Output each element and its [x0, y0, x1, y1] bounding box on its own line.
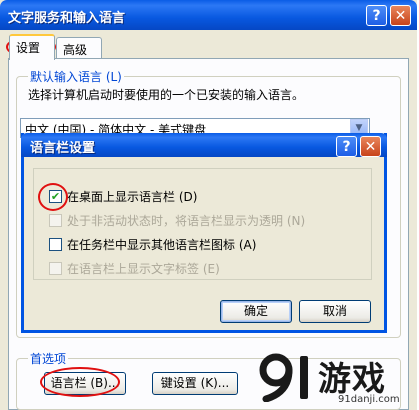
ok-button[interactable]: 确定: [220, 300, 292, 323]
tab-advanced-label: 高级: [63, 43, 88, 57]
option-text-labels-label: 在语言栏上显示文字标签 (E): [67, 262, 220, 276]
watermark-brand: 游戏: [318, 359, 386, 398]
option-transparent-label: 处于非活动状态时，将语言栏显示为透明 (N): [67, 214, 306, 228]
help-button[interactable]: ?: [366, 5, 387, 26]
option-show-on-desktop-checkbox[interactable]: ✔: [49, 190, 62, 203]
dialog-close-button[interactable]: ✕: [360, 136, 381, 157]
language-bar-button[interactable]: 语言栏 (B)...: [44, 372, 126, 395]
option-taskbar-icons-checkbox[interactable]: [49, 238, 62, 251]
option-taskbar-icons-label[interactable]: 在任务栏中显示其他语言栏图标 (A): [67, 236, 256, 253]
dialog-title: 语言栏设置: [30, 141, 96, 156]
window-title: 文字服务和输入语言: [8, 11, 126, 26]
default-language-group-title: 默认输入语言 (L): [28, 68, 124, 85]
tab-advanced[interactable]: 高级: [56, 37, 102, 59]
close-button[interactable]: ✕: [390, 5, 411, 26]
option-show-on-desktop-label[interactable]: 在桌面上显示语言栏 (D): [67, 188, 197, 205]
preferences-group-title: 首选项: [28, 350, 69, 367]
key-settings-button[interactable]: 键设置 (K)...: [152, 372, 238, 395]
tab-settings-label: 设置: [16, 41, 41, 55]
option-transparent-checkbox: [49, 214, 62, 227]
91danji-logo-icon: [259, 353, 308, 402]
option-text-labels-checkbox: [49, 262, 62, 275]
default-language-description: 选择计算机启动时要使用的一个已安装的输入语言。: [28, 88, 305, 102]
cancel-button[interactable]: 取消: [299, 300, 371, 323]
watermark-url: 91danji.com: [338, 394, 400, 405]
tab-settings[interactable]: 设置: [9, 34, 55, 60]
dialog-help-button[interactable]: ?: [336, 136, 357, 157]
